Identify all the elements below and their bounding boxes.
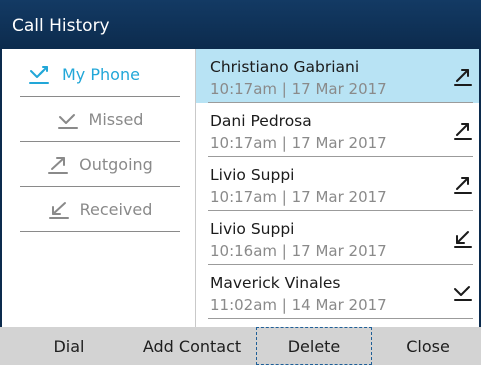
outgoing-call-icon [47, 154, 69, 176]
outgoing-call-icon [453, 121, 473, 141]
missed-call-icon [453, 283, 473, 303]
close-button[interactable]: Close [376, 327, 480, 365]
filter-missed[interactable]: Missed [20, 98, 180, 142]
caller-name: Livio Suppi [210, 220, 295, 238]
filter-my-phone[interactable]: My Phone [20, 53, 180, 97]
dial-button[interactable]: Dial [14, 327, 124, 365]
call-row[interactable]: Maverick Vinales 11:02am | 14 Mar 2017 [196, 265, 479, 319]
call-row[interactable]: Livio Suppi 10:17am | 17 Mar 2017 [196, 157, 479, 211]
call-timestamp: 10:17am | 17 Mar 2017 [210, 134, 387, 152]
softkey-bar: Dial Add Contact Delete Close [0, 327, 481, 365]
call-timestamp: 11:02am | 14 Mar 2017 [210, 296, 387, 314]
outgoing-call-icon [453, 175, 473, 195]
add-contact-button[interactable]: Add Contact [132, 327, 252, 365]
call-history-panel: My Phone Missed Outgoing Received Christ… [2, 49, 479, 327]
filter-received[interactable]: Received [20, 188, 180, 232]
outgoing-call-icon [453, 67, 473, 87]
call-list: Christiano Gabriani 10:17am | 17 Mar 201… [196, 49, 479, 327]
caller-name: Maverick Vinales [210, 274, 341, 292]
filter-label: Outgoing [79, 155, 153, 174]
title-bar: Call History [0, 0, 481, 49]
call-timestamp: 10:17am | 17 Mar 2017 [210, 188, 387, 206]
page-title: Call History [12, 16, 110, 36]
received-call-icon [48, 199, 70, 221]
filter-list: My Phone Missed Outgoing Received [2, 49, 195, 327]
filter-label: Missed [88, 110, 144, 129]
caller-name: Christiano Gabriani [210, 58, 360, 76]
received-call-icon [453, 229, 473, 249]
call-timestamp: 10:17am | 17 Mar 2017 [210, 80, 387, 98]
call-timestamp: 10:16am | 17 Mar 2017 [210, 242, 387, 260]
call-row[interactable]: Dani Pedrosa 10:17am | 17 Mar 2017 [196, 103, 479, 157]
filter-label: My Phone [62, 65, 140, 84]
caller-name: Livio Suppi [210, 166, 295, 184]
filter-label: Received [79, 200, 153, 219]
call-row[interactable]: Livio Suppi 10:16am | 17 Mar 2017 [196, 211, 479, 265]
all-calls-icon [28, 64, 50, 86]
row-separator [208, 318, 473, 319]
delete-button[interactable]: Delete [256, 327, 372, 365]
missed-call-icon [57, 109, 79, 131]
caller-name: Dani Pedrosa [210, 112, 312, 130]
filter-outgoing[interactable]: Outgoing [20, 143, 180, 187]
call-row[interactable]: Christiano Gabriani 10:17am | 17 Mar 201… [196, 49, 479, 103]
